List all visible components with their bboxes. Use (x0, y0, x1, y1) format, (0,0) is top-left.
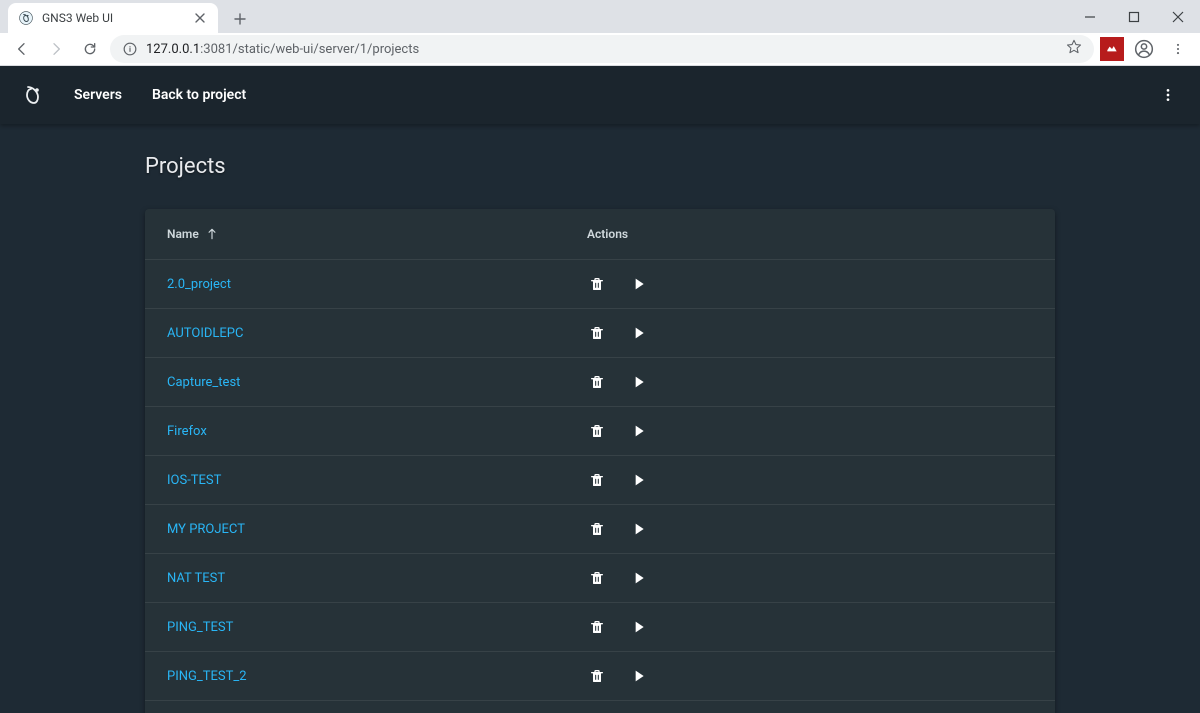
delete-icon[interactable] (587, 519, 607, 539)
table-row: Firefox (145, 406, 1055, 455)
tab-title: GNS3 Web UI (42, 11, 184, 25)
play-icon[interactable] (629, 323, 649, 343)
project-link[interactable]: MY PROJECT (167, 522, 587, 537)
row-actions (587, 470, 727, 490)
play-icon[interactable] (629, 568, 649, 588)
column-header-actions: Actions (587, 227, 727, 241)
projects-table: Name Actions 2.0_project AUTOIDLEPC Captur… (145, 209, 1055, 713)
new-tab-button[interactable] (226, 5, 254, 33)
project-link[interactable]: Capture_test (167, 375, 587, 390)
table-row: IOS-TEST (145, 455, 1055, 504)
column-name-label: Name (167, 227, 199, 241)
row-actions (587, 568, 727, 588)
table-row: REMOTE_CAPTURE_TEST (145, 700, 1055, 713)
row-actions (587, 666, 727, 686)
window-close-button[interactable] (1156, 0, 1200, 33)
profile-avatar-icon[interactable] (1130, 35, 1158, 63)
delete-icon[interactable] (587, 421, 607, 441)
pdf-extension-icon[interactable] (1100, 37, 1124, 61)
bookmark-star-icon[interactable] (1066, 39, 1082, 59)
sort-asc-icon (205, 227, 219, 241)
gns3-logo-icon[interactable] (20, 83, 44, 107)
table-row: PING_TEST (145, 602, 1055, 651)
browser-menu-icon[interactable] (1164, 35, 1192, 63)
delete-icon[interactable] (587, 323, 607, 343)
table-row: MY PROJECT (145, 504, 1055, 553)
play-icon[interactable] (629, 421, 649, 441)
gns3-favicon-icon (18, 10, 34, 26)
play-icon[interactable] (629, 274, 649, 294)
row-actions (587, 323, 727, 343)
page-title: Projects (145, 154, 1055, 179)
tab-close-icon[interactable] (192, 10, 208, 26)
table-row: PING_TEST_2 (145, 651, 1055, 700)
nav-back-to-project[interactable]: Back to project (152, 87, 246, 103)
play-icon[interactable] (629, 617, 649, 637)
row-actions (587, 274, 727, 294)
project-link[interactable]: NAT TEST (167, 571, 587, 586)
app-header: Servers Back to project (0, 66, 1200, 124)
table-row: 2.0_project (145, 259, 1055, 308)
app-menu-icon[interactable] (1156, 83, 1180, 107)
app-root: Servers Back to project Projects Name Ac… (0, 66, 1200, 713)
column-header-name[interactable]: Name (167, 227, 587, 241)
project-link[interactable]: 2.0_project (167, 277, 587, 292)
project-link[interactable]: PING_TEST (167, 620, 587, 635)
row-actions (587, 372, 727, 392)
play-icon[interactable] (629, 666, 649, 686)
url-text: 127.0.0.1:3081/static/web-ui/server/1/pr… (146, 42, 1058, 57)
delete-icon[interactable] (587, 617, 607, 637)
forward-button[interactable] (42, 35, 70, 63)
browser-toolbar: 127.0.0.1:3081/static/web-ui/server/1/pr… (0, 33, 1200, 66)
play-icon[interactable] (629, 470, 649, 490)
content: Projects Name Actions 2.0_project AUTOIDL… (0, 124, 1200, 713)
play-icon[interactable] (629, 519, 649, 539)
row-actions (587, 519, 727, 539)
site-info-icon[interactable] (122, 41, 138, 57)
delete-icon[interactable] (587, 470, 607, 490)
address-bar[interactable]: 127.0.0.1:3081/static/web-ui/server/1/pr… (110, 35, 1094, 63)
nav-servers[interactable]: Servers (74, 87, 122, 103)
project-link[interactable]: IOS-TEST (167, 473, 587, 488)
window-minimize-button[interactable] (1068, 0, 1112, 33)
delete-icon[interactable] (587, 274, 607, 294)
table-row: NAT TEST (145, 553, 1055, 602)
browser-tab[interactable]: GNS3 Web UI (8, 3, 218, 33)
reload-button[interactable] (76, 35, 104, 63)
project-link[interactable]: Firefox (167, 424, 587, 439)
window-maximize-button[interactable] (1112, 0, 1156, 33)
delete-icon[interactable] (587, 666, 607, 686)
row-actions (587, 617, 727, 637)
project-link[interactable]: PING_TEST_2 (167, 669, 587, 684)
row-actions (587, 421, 727, 441)
project-link[interactable]: AUTOIDLEPC (167, 326, 587, 341)
table-header: Name Actions (145, 209, 1055, 259)
browser-tab-bar: GNS3 Web UI (0, 0, 1200, 33)
delete-icon[interactable] (587, 372, 607, 392)
delete-icon[interactable] (587, 568, 607, 588)
table-row: Capture_test (145, 357, 1055, 406)
window-controls (1068, 0, 1200, 33)
play-icon[interactable] (629, 372, 649, 392)
table-row: AUTOIDLEPC (145, 308, 1055, 357)
back-button[interactable] (8, 35, 36, 63)
